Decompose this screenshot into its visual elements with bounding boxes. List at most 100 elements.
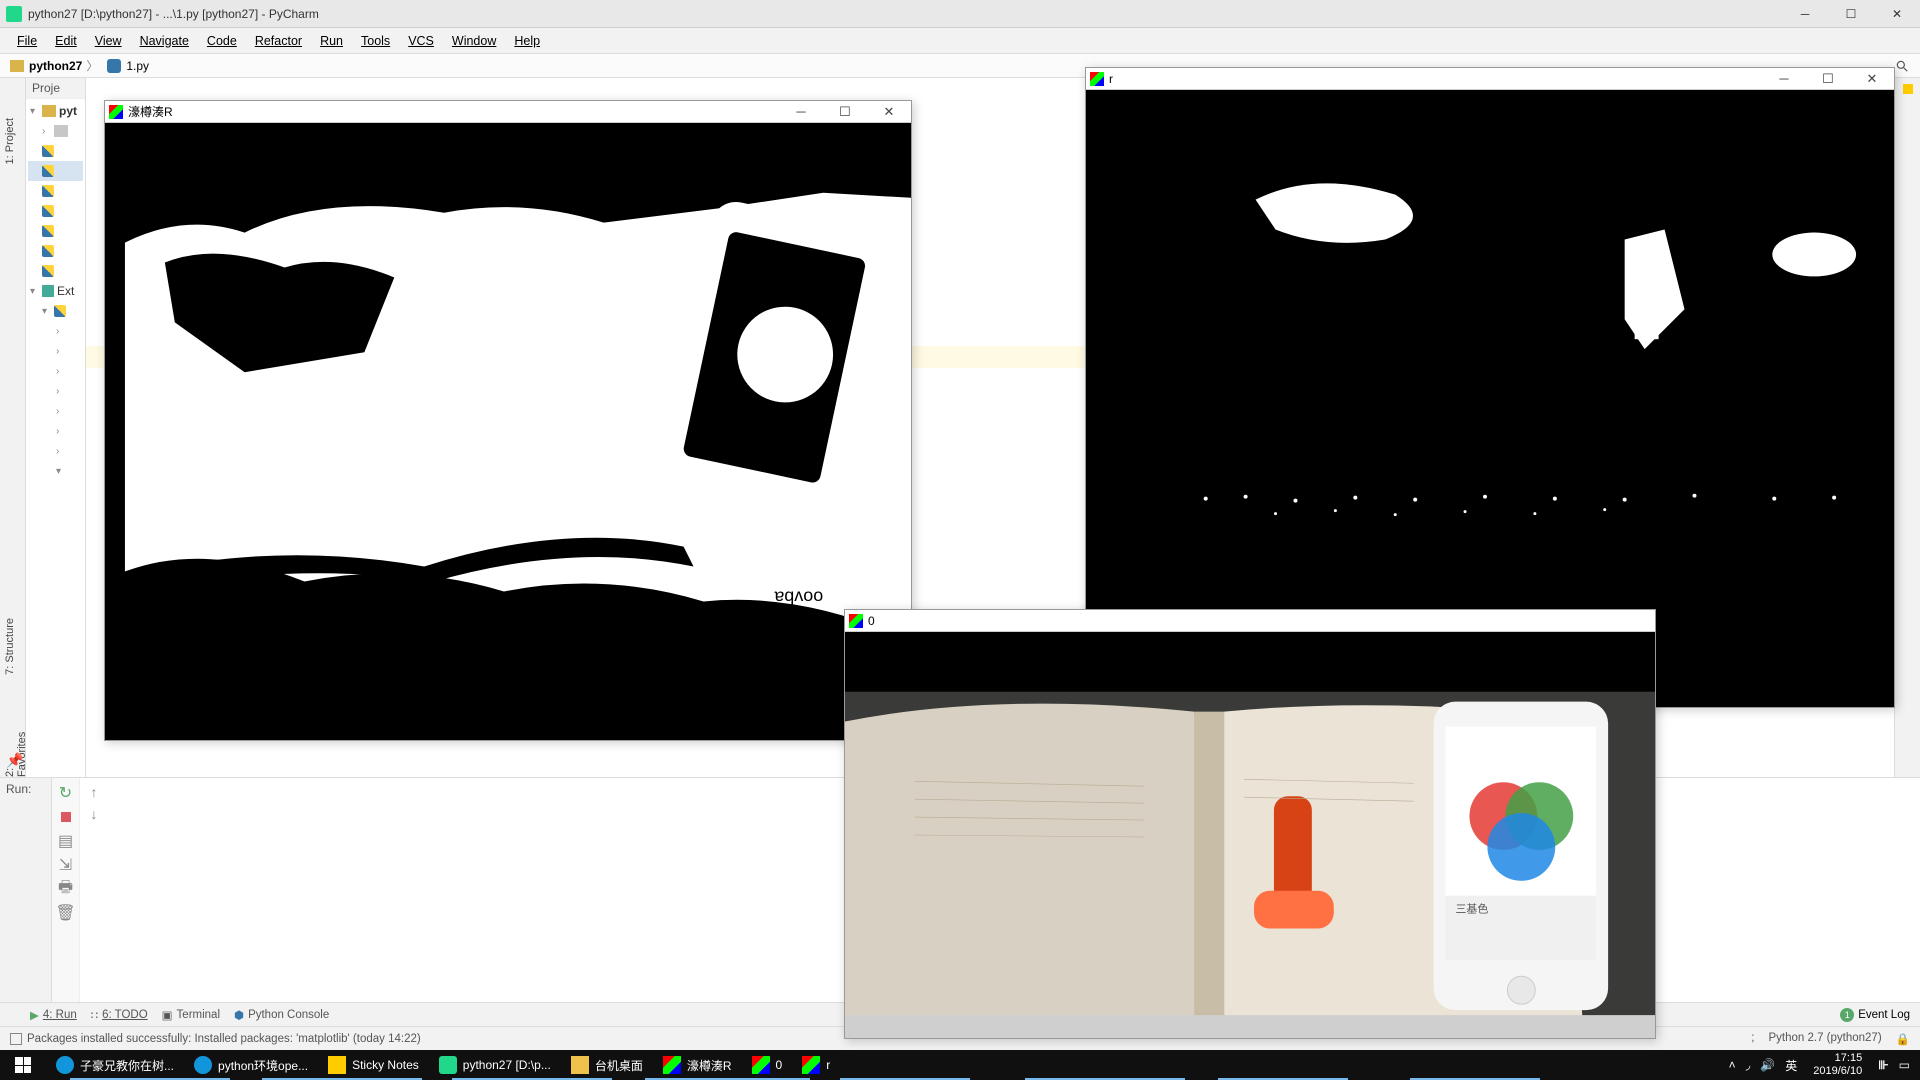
tray-app-icon[interactable]: ⊪ [1878, 1058, 1888, 1072]
titlebar[interactable]: python27 [D:\python27] - ...\1.py [pytho… [0, 0, 1920, 28]
opencv-icon [752, 1056, 770, 1074]
layout-button[interactable]: ▤ [57, 832, 75, 850]
close-button[interactable]: ✕ [1874, 0, 1920, 28]
tree-row[interactable]: › [28, 381, 83, 401]
action-center-icon[interactable]: ▭ [1899, 1058, 1910, 1072]
tree-row[interactable]: › [28, 121, 83, 141]
menu-tools[interactable]: Tools [352, 30, 399, 52]
python-file-icon [107, 59, 121, 73]
tree-row[interactable] [28, 221, 83, 241]
menu-run[interactable]: Run [311, 30, 352, 52]
taskbar-item[interactable]: Sticky Notes [318, 1050, 429, 1080]
taskbar-item[interactable]: 台机桌面 [561, 1050, 653, 1080]
cv-titlebar[interactable]: r ─ ☐ ✕ [1086, 68, 1894, 90]
project-panel[interactable]: Proje ▾pyt › ▾Ext ▾ › › › › › › › [26, 78, 86, 777]
menu-file[interactable]: File [8, 30, 46, 52]
tab-terminal[interactable]: ▣Terminal [162, 1008, 220, 1022]
cv-title: r [1109, 72, 1113, 86]
warning-stripe-icon[interactable] [1903, 84, 1913, 94]
lock-icon[interactable]: 🔒 [1896, 1032, 1910, 1046]
menubar: File Edit View Navigate Code Refactor Ru… [0, 28, 1920, 54]
print-button[interactable]: 🖶 [57, 880, 75, 898]
tree-row[interactable]: › [28, 401, 83, 421]
menu-view[interactable]: View [86, 30, 131, 52]
maximize-button[interactable]: ☐ [1806, 68, 1850, 90]
menu-code[interactable]: Code [198, 30, 246, 52]
soft-wrap-button[interactable]: ⇲ [57, 856, 75, 874]
tab-run[interactable]: ▶4: Run [30, 1008, 77, 1022]
tab-python-console[interactable]: ⬢Python Console [234, 1008, 329, 1022]
tab-todo[interactable]: ∷6: TODO [91, 1008, 148, 1022]
maximize-button[interactable]: ☐ [823, 101, 867, 123]
status-separator: ; [1751, 1032, 1754, 1046]
pin-icon[interactable]: 📌 [6, 752, 23, 769]
taskbar-item[interactable]: python27 [D:\p... [429, 1050, 561, 1080]
tree-row[interactable]: › [28, 441, 83, 461]
rerun-button[interactable]: ↻ [57, 784, 75, 802]
tab-project[interactable]: 1: Project [4, 118, 16, 164]
event-log-button[interactable]: 1 Event Log [1840, 1008, 1910, 1022]
svg-text:三基色: 三基色 [1455, 902, 1488, 916]
tree-row[interactable]: › [28, 321, 83, 341]
menu-window[interactable]: Window [443, 30, 505, 52]
taskbar-item[interactable]: 子豪兄教你在树... [46, 1050, 184, 1080]
taskbar-item[interactable]: 0 [742, 1050, 793, 1080]
opencv-icon [663, 1056, 681, 1074]
menu-refactor[interactable]: Refactor [246, 30, 311, 52]
run-arrow-toolbar: ↑ ↓ [80, 778, 108, 1002]
wifi-icon[interactable]: ◞ [1746, 1058, 1751, 1072]
cv-image: oovba [105, 123, 911, 740]
tree-row[interactable] [28, 261, 83, 281]
tree-row[interactable] [28, 201, 83, 221]
taskbar-item[interactable]: python环境ope... [184, 1050, 318, 1080]
minimize-button[interactable]: ─ [779, 101, 823, 123]
tree-row[interactable]: › [28, 341, 83, 361]
up-button[interactable]: ↑ [91, 784, 98, 800]
tree-row[interactable] [28, 141, 83, 161]
menu-help[interactable]: Help [505, 30, 549, 52]
trash-button[interactable]: 🗑 [57, 904, 75, 922]
svg-text:oovba: oovba [774, 587, 823, 607]
tree-row[interactable]: ▾ [28, 301, 83, 321]
cv-titlebar[interactable]: 濠樽湊R ─ ☐ ✕ [105, 101, 911, 123]
cv-window-1[interactable]: 濠樽湊R ─ ☐ ✕ oovba [104, 100, 912, 741]
breadcrumb-file[interactable]: 1.py [126, 59, 149, 73]
menu-navigate[interactable]: Navigate [131, 30, 198, 52]
minimize-button[interactable]: ─ [1762, 68, 1806, 90]
close-button[interactable]: ✕ [1850, 68, 1894, 90]
tree-row[interactable]: ▾Ext [28, 281, 83, 301]
clock[interactable]: 17:15 2019/6/10 [1807, 1052, 1868, 1078]
tree-row[interactable] [28, 181, 83, 201]
maximize-button[interactable]: ☐ [1828, 0, 1874, 28]
status-interpreter[interactable]: Python 2.7 (python27) [1769, 1032, 1882, 1046]
cv-titlebar[interactable]: 0 [845, 610, 1655, 632]
pycharm-icon [439, 1056, 457, 1074]
tree-row[interactable]: › [28, 361, 83, 381]
tree-row[interactable] [28, 161, 83, 181]
menu-edit[interactable]: Edit [46, 30, 86, 52]
window-title: python27 [D:\python27] - ...\1.py [pytho… [28, 7, 319, 21]
ime-indicator[interactable]: 英 [1785, 1057, 1797, 1074]
start-button[interactable] [0, 1050, 46, 1080]
close-button[interactable]: ✕ [867, 101, 911, 123]
minimize-button[interactable]: ─ [1782, 0, 1828, 28]
tree-row[interactable]: ▾ [28, 461, 83, 481]
left-gutter: 1: Project 7: Structure 2: Favorites 📌 [0, 78, 26, 777]
breadcrumb-project[interactable]: python27 [29, 59, 82, 73]
cv-window-3[interactable]: 0 三基色 [844, 609, 1656, 1039]
tab-structure[interactable]: 7: Structure [4, 618, 16, 675]
down-button[interactable]: ↓ [91, 806, 98, 822]
tray-chevron-up-icon[interactable]: ˄ [1729, 1058, 1736, 1072]
tree-row[interactable]: ▾pyt [28, 101, 83, 121]
folder-icon [571, 1056, 589, 1074]
tree-row[interactable] [28, 241, 83, 261]
taskbar-item[interactable]: r [792, 1050, 840, 1080]
opencv-icon [849, 614, 863, 628]
taskbar-item[interactable]: 濠樽湊R [653, 1050, 742, 1080]
stop-button[interactable] [57, 808, 75, 826]
status-message[interactable]: Packages installed successfully: Install… [10, 1033, 421, 1045]
menu-vcs[interactable]: VCS [399, 30, 443, 52]
tree-row[interactable]: › [28, 421, 83, 441]
volume-icon[interactable]: 🔊 [1760, 1058, 1775, 1072]
right-gutter [1894, 78, 1920, 777]
